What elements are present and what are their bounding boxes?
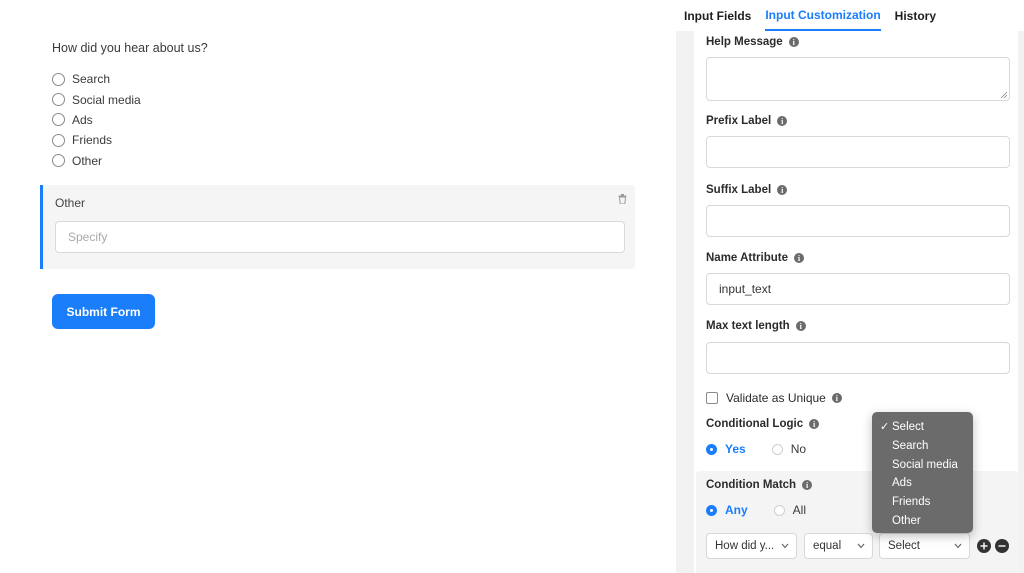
name-attribute-input[interactable] [706,273,1010,305]
prefix-label-label: Prefix Label i [706,115,788,127]
trash-icon[interactable] [618,194,627,204]
conditional-logic-text: Conditional Logic [706,418,804,430]
suffix-label-label: Suffix Label i [706,184,788,196]
conditional-logic-radio-group: Yes No [706,442,806,456]
validate-unique-checkbox[interactable] [706,392,718,404]
dropdown-option-label: Select [892,421,924,434]
rule-field-select[interactable]: How did y... [706,533,797,559]
chevron-down-icon [857,543,865,549]
radio-no[interactable] [771,443,783,455]
radio-all-label[interactable]: All [793,503,806,517]
radio-label: Search [72,72,111,87]
radio-option-friends[interactable]: Friends [52,130,141,150]
validate-unique-label: Validate as Unique [726,391,826,405]
radio-any-selected[interactable] [706,504,717,516]
add-rule-button[interactable] [977,539,991,553]
dropdown-option-other[interactable]: Other [872,511,973,530]
max-text-length-label: Max text length i [706,320,806,332]
other-field-block[interactable]: Other [40,185,635,269]
name-attribute-text: Name Attribute [706,252,788,264]
rule-field-value: How did y... [715,540,775,552]
radio-group: Search Social media Ads Friends Other [52,69,141,171]
dropdown-option-social-media[interactable]: Social media [872,455,973,474]
condition-match-radio-group: Any All [706,503,806,517]
info-icon[interactable]: i [795,321,806,331]
tab-history[interactable]: History [895,0,936,31]
radio-option-social-media[interactable]: Social media [52,89,141,109]
help-message-textarea-wrap [706,57,1010,101]
dropdown-option-label: Other [892,514,921,527]
other-field-title: Other [55,196,86,210]
dropdown-option-search[interactable]: Search [872,437,973,456]
info-icon[interactable]: i [788,37,799,47]
radio-option-search[interactable]: Search [52,69,141,89]
rule-value-dropdown-menu: ✓ Select Search Social media Ads Friends… [872,412,973,533]
dropdown-option-label: Friends [892,496,931,509]
prefix-label-text: Prefix Label [706,115,772,127]
help-message-label-text: Help Message [706,36,783,48]
info-icon[interactable]: i [794,253,804,263]
dropdown-option-select[interactable]: ✓ Select [872,418,973,437]
tab-input-customization[interactable]: Input Customization [765,0,881,31]
radio-circle[interactable] [52,93,65,107]
validate-unique-row[interactable]: Validate as Unique i [706,391,842,405]
rule-value-select[interactable]: Select [879,533,970,559]
remove-rule-button[interactable] [995,539,1009,553]
specify-input[interactable] [55,221,625,253]
radio-circle[interactable] [52,133,65,147]
dropdown-option-label: Search [892,440,929,453]
radio-any-label[interactable]: Any [725,503,748,517]
radio-label: Social media [72,92,141,107]
dropdown-option-friends[interactable]: Friends [872,493,973,512]
info-icon[interactable]: i [777,116,788,126]
dropdown-option-ads[interactable]: Ads [872,474,973,493]
dropdown-option-label: Social media [892,458,958,471]
radio-label: Ads [72,112,93,127]
radio-all[interactable] [773,504,785,516]
radio-circle[interactable] [52,113,65,127]
plus-icon [980,542,988,550]
suffix-label-text: Suffix Label [706,184,772,196]
max-text-length-text: Max text length [706,320,790,332]
dropdown-option-label: Ads [892,477,912,490]
radio-label: Friends [72,133,113,148]
info-icon[interactable]: i [777,185,788,195]
condition-match-text: Condition Match [706,479,797,491]
radio-yes-selected[interactable] [706,443,717,455]
radio-circle[interactable] [52,154,65,168]
help-message-textarea[interactable] [706,57,1010,101]
submit-form-button[interactable]: Submit Form [52,294,155,329]
suffix-label-input[interactable] [706,205,1010,237]
minus-icon [998,545,1006,547]
checkmark-icon: ✓ [880,421,890,433]
condition-match-label: Condition Match i [706,479,813,491]
prefix-label-input[interactable] [706,136,1010,168]
radio-label: Other [72,153,103,168]
radio-yes-label[interactable]: Yes [725,442,746,456]
rule-value-value: Select [888,540,920,552]
info-icon[interactable]: i [802,480,813,490]
chevron-down-icon [954,543,962,549]
tab-input-fields[interactable]: Input Fields [684,0,751,31]
radio-circle[interactable] [52,72,65,86]
help-message-label: Help Message i [706,36,799,48]
info-icon[interactable]: i [809,419,820,429]
question-label: How did you hear about us? [52,41,208,55]
radio-option-other[interactable]: Other [52,151,141,171]
resize-grip-icon[interactable] [1000,91,1007,98]
info-icon[interactable]: i [831,393,842,403]
radio-option-ads[interactable]: Ads [52,110,141,130]
max-text-length-input[interactable] [706,342,1010,374]
rule-operator-select[interactable]: equal [804,533,873,559]
form-preview: How did you hear about us? Search Social… [0,0,676,573]
name-attribute-label: Name Attribute i [706,252,804,264]
chevron-down-icon [781,543,789,549]
panel-tabs: Input Fields Input Customization History [676,0,1024,32]
conditional-logic-label: Conditional Logic i [706,418,820,430]
rule-operator-value: equal [813,540,842,552]
radio-no-label[interactable]: No [791,442,806,456]
